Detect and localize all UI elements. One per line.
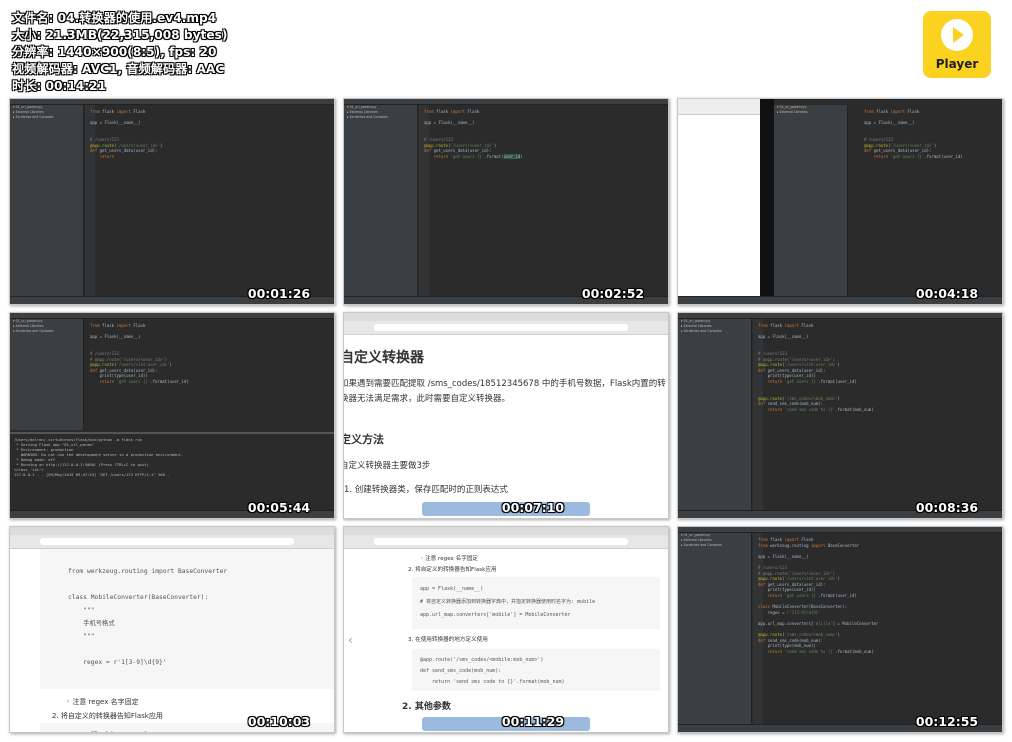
thumbnail-6[interactable]: ▾ 01_url_param.py ▸ External Libraries ▸ S… [677,312,1003,519]
thumbnail-timestamp: 00:08:36 [915,500,979,515]
thumbnail-2[interactable]: ▾ 01_url_param.py ▸ External Libraries ▸ S… [343,98,669,305]
resolution-text: 分辨率: 1440×900(8:5), fps: 20 [12,45,217,59]
video-info: 文件名: 04.转换器的使用.ev4.mp4 大小: 21.3MB(22,315… [12,10,227,95]
thumbnail-timestamp: 00:02:52 [581,286,645,301]
filename-text: 文件名: 04.转换器的使用.ev4.mp4 [12,11,217,25]
thumbnail-timestamp: 00:11:29 [501,714,565,729]
chevron-left-icon[interactable]: ‹ [348,633,353,647]
thumbnail-timestamp: 00:07:10 [501,500,565,515]
thumbnail-1[interactable]: ▾ 01_url_param.py ▸ External Libraries ▸ S… [9,98,335,305]
thumbnail-timestamp: 00:01:26 [247,286,311,301]
thumbnail-4[interactable]: ▾ 01_url_param.py ▸ External Libraries ▸ S… [9,312,335,519]
player-logo[interactable]: Player [923,11,991,78]
thumbnail-timestamp: 00:10:03 [247,714,311,729]
play-icon [941,19,973,51]
thumbnail-5[interactable]: 自定义转换器 如果遇到需要匹配提取 /sms_codes/18512345678… [343,312,669,519]
thumbnail-timestamp: 00:05:44 [247,500,311,515]
thumbnail-3[interactable]: ▾ 01_url_param.py ▸ External Libraries fr… [677,98,1003,305]
duration-text: 时长: 00:14:21 [12,79,107,93]
thumbnail-timestamp: 00:12:55 [915,714,979,729]
thumbnail-9[interactable]: ▾ 01_url_param.py ▸ External Libraries ▸ S… [677,526,1003,733]
thumbnail-7[interactable]: from werkzeug.routing import BaseConvert… [9,526,335,733]
thumbnail-8[interactable]: ◦ 注意 regex 名字固定 2. 将自定义的转换器告知Flask应用 app… [343,526,669,733]
thumbnail-timestamp: 00:04:18 [915,286,979,301]
codec-text: 视频解码器: AVC1, 音频解码器: AAC [12,62,225,76]
player-logo-label: Player [935,57,979,71]
filesize-text: 大小: 21.3MB(22,315,008 bytes) [12,28,228,42]
